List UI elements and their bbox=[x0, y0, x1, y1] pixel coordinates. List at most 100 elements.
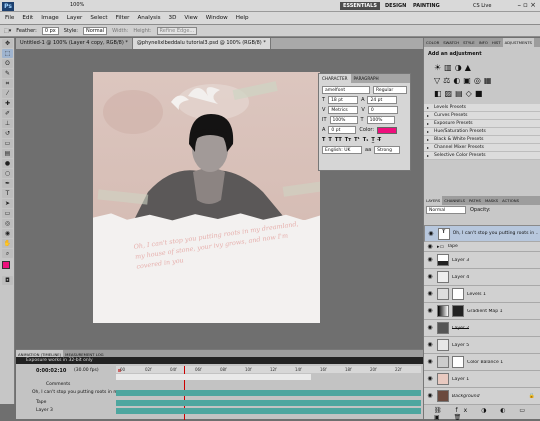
visibility-eye-icon[interactable]: ◉ bbox=[426, 392, 434, 400]
preset-black-white[interactable]: Black & White Presets bbox=[424, 136, 540, 144]
workspace-painting[interactable]: PAINTING bbox=[410, 2, 443, 10]
font-style-dropdown[interactable]: Regular bbox=[373, 86, 407, 94]
menu-3d[interactable]: 3D bbox=[169, 15, 177, 21]
timeline-row-text[interactable]: Oh, I can't stop you putting roots in my bbox=[32, 390, 120, 395]
menu-view[interactable]: View bbox=[184, 15, 197, 21]
crop-tool-icon[interactable]: ⌗ bbox=[2, 79, 13, 88]
history-brush-tool-icon[interactable]: ↺ bbox=[2, 129, 13, 138]
visibility-eye-icon[interactable]: ◉ bbox=[426, 375, 434, 383]
brush-tool-icon[interactable]: ✐ bbox=[2, 109, 13, 118]
tab-layers[interactable]: LAYERS bbox=[424, 196, 443, 205]
menu-image[interactable]: Image bbox=[41, 15, 59, 21]
layer-color-balance-1[interactable]: ◉ Color Balance 1 bbox=[424, 354, 540, 371]
small-caps-button[interactable]: Tт bbox=[345, 137, 351, 143]
all-caps-button[interactable]: TT bbox=[335, 137, 342, 143]
layer-3[interactable]: ◉ Layer 3 bbox=[424, 252, 540, 269]
visibility-eye-icon[interactable]: ◉ bbox=[426, 358, 434, 366]
visibility-eye-icon[interactable]: ◉ bbox=[427, 230, 435, 238]
layer-levels-1[interactable]: ◉ Levels 1 bbox=[424, 286, 540, 303]
tab-channels[interactable]: CHANNELS bbox=[442, 196, 467, 205]
track-tape[interactable] bbox=[116, 400, 421, 406]
blur-tool-icon[interactable]: ● bbox=[2, 159, 13, 168]
gradient-tool-icon[interactable]: ▤ bbox=[2, 149, 13, 158]
marquee-tool-icon[interactable]: ⬚▾ bbox=[4, 28, 11, 34]
tab-histogram[interactable]: HIST bbox=[490, 38, 503, 47]
font-size-input[interactable]: 18 pt bbox=[328, 96, 359, 104]
tab-swatches[interactable]: SWATCH bbox=[441, 38, 461, 47]
workspace-design[interactable]: DESIGN bbox=[382, 2, 409, 10]
faux-bold-button[interactable]: T bbox=[322, 137, 325, 143]
faux-italic-button[interactable]: T bbox=[328, 137, 331, 143]
track-comments[interactable] bbox=[116, 374, 311, 380]
timeline-row-comments[interactable]: Comments bbox=[46, 382, 70, 387]
baseline-shift-input[interactable]: 0 pt bbox=[328, 126, 357, 134]
visibility-eye-icon[interactable]: ◉ bbox=[426, 256, 434, 264]
menu-analysis[interactable]: Analysis bbox=[137, 15, 160, 21]
track-layer3[interactable] bbox=[116, 408, 421, 414]
type-tool-icon[interactable]: T bbox=[2, 189, 13, 198]
dodge-tool-icon[interactable]: ○ bbox=[2, 169, 13, 178]
refine-edge-button[interactable]: Refine Edge... bbox=[156, 26, 198, 35]
subscript-button[interactable]: T₁ bbox=[363, 137, 369, 143]
menu-filter[interactable]: Filter bbox=[116, 15, 130, 21]
blend-mode-dropdown[interactable]: Normal bbox=[426, 206, 466, 214]
document-canvas[interactable]: Oh, I can't stop you putting roots in my… bbox=[93, 72, 320, 323]
visibility-eye-icon[interactable]: ◉ bbox=[426, 307, 434, 315]
layer-5[interactable]: ◉ Layer 5 bbox=[424, 337, 540, 354]
clone-stamp-tool-icon[interactable]: ⊥ bbox=[2, 119, 13, 128]
shape-tool-icon[interactable]: ▭ bbox=[2, 209, 13, 218]
foreground-color-swatch[interactable] bbox=[2, 261, 10, 269]
lasso-tool-icon[interactable]: ʘ bbox=[2, 59, 13, 68]
tab-measurement-log[interactable]: MEASUREMENT LOG bbox=[63, 350, 105, 357]
3d-rotate-tool-icon[interactable]: ◎ bbox=[2, 219, 13, 228]
move-tool-icon[interactable]: ✥ bbox=[2, 39, 13, 48]
eyedropper-tool-icon[interactable]: ⁄ bbox=[2, 89, 13, 98]
layer-gradient-map-1[interactable]: ◉ Gradient Map 1 bbox=[424, 303, 540, 320]
tab-masks[interactable]: MASKS bbox=[483, 196, 500, 205]
text-color-swatch[interactable] bbox=[377, 126, 398, 134]
menu-help[interactable]: Help bbox=[236, 15, 249, 21]
strikethrough-button[interactable]: T̶ bbox=[378, 137, 381, 143]
marquee-tool-icon[interactable]: ⬚ bbox=[2, 49, 13, 58]
quick-select-tool-icon[interactable]: ✎ bbox=[2, 69, 13, 78]
kerning-input[interactable]: Metrics bbox=[328, 106, 359, 114]
preset-exposure[interactable]: Exposure Presets bbox=[424, 120, 540, 128]
3d-orbit-tool-icon[interactable]: ◉ bbox=[2, 229, 13, 238]
tracking-input[interactable]: 0 bbox=[367, 106, 398, 114]
visibility-eye-icon[interactable]: ◉ bbox=[426, 341, 434, 349]
style-dropdown[interactable]: Normal bbox=[83, 26, 108, 35]
tab-styles[interactable]: STYLE bbox=[461, 38, 477, 47]
horizontal-scale-input[interactable]: 100% bbox=[366, 116, 395, 124]
tab-actions[interactable]: ACTIONS bbox=[500, 196, 521, 205]
tab-paths[interactable]: PATHS bbox=[467, 196, 483, 205]
preset-hue-saturation[interactable]: Hue/Saturation Presets bbox=[424, 128, 540, 136]
path-select-tool-icon[interactable]: ➤ bbox=[2, 199, 13, 208]
current-time[interactable]: 0:00:02:10 bbox=[36, 368, 66, 374]
pen-tool-icon[interactable]: ✒ bbox=[2, 179, 13, 188]
layer-text[interactable]: ◉ T Oh, I can't stop you putting roots in … bbox=[424, 225, 540, 242]
timeline-row-tape[interactable]: Tape bbox=[36, 400, 46, 405]
tab-info[interactable]: INFO bbox=[477, 38, 490, 47]
preset-levels[interactable]: Levels Presets bbox=[424, 104, 540, 112]
menu-layer[interactable]: Layer bbox=[67, 15, 83, 21]
tab-adjustments[interactable]: ADJUSTMENTS bbox=[502, 38, 534, 47]
menu-window[interactable]: Window bbox=[206, 15, 228, 21]
visibility-eye-icon[interactable]: ◉ bbox=[426, 324, 434, 332]
layer-1[interactable]: ◉ Layer 1 bbox=[424, 371, 540, 388]
preset-selective-color[interactable]: Selective Color Presets bbox=[424, 152, 540, 160]
menu-edit[interactable]: Edit bbox=[22, 15, 33, 21]
adjustment-icons-row1[interactable]: ☀▥◑▲ bbox=[424, 61, 540, 74]
menu-file[interactable]: File bbox=[5, 15, 14, 21]
menu-select[interactable]: Select bbox=[90, 15, 107, 21]
vertical-scale-input[interactable]: 100% bbox=[329, 116, 358, 124]
layer-tape-group[interactable]: ◉ ▸▭ Tape bbox=[424, 242, 540, 252]
underline-button[interactable]: T̲ bbox=[371, 137, 374, 143]
timeline-row-layer3[interactable]: Layer 3 bbox=[36, 408, 53, 413]
preset-channel-mixer[interactable]: Channel Mixer Presets bbox=[424, 144, 540, 152]
tab-animation[interactable]: ANIMATION (TIMELINE) bbox=[16, 350, 64, 357]
tab-paragraph[interactable]: PARAGRAPH bbox=[351, 74, 382, 83]
doc-tab-untitled[interactable]: Untitled-1 @ 100% (Layer 4 copy, RGB/8) … bbox=[16, 38, 133, 49]
tab-color[interactable]: COLOR bbox=[424, 38, 441, 47]
healing-tool-icon[interactable]: ✚ bbox=[2, 99, 13, 108]
anti-alias-dropdown[interactable]: Strong bbox=[374, 146, 401, 154]
